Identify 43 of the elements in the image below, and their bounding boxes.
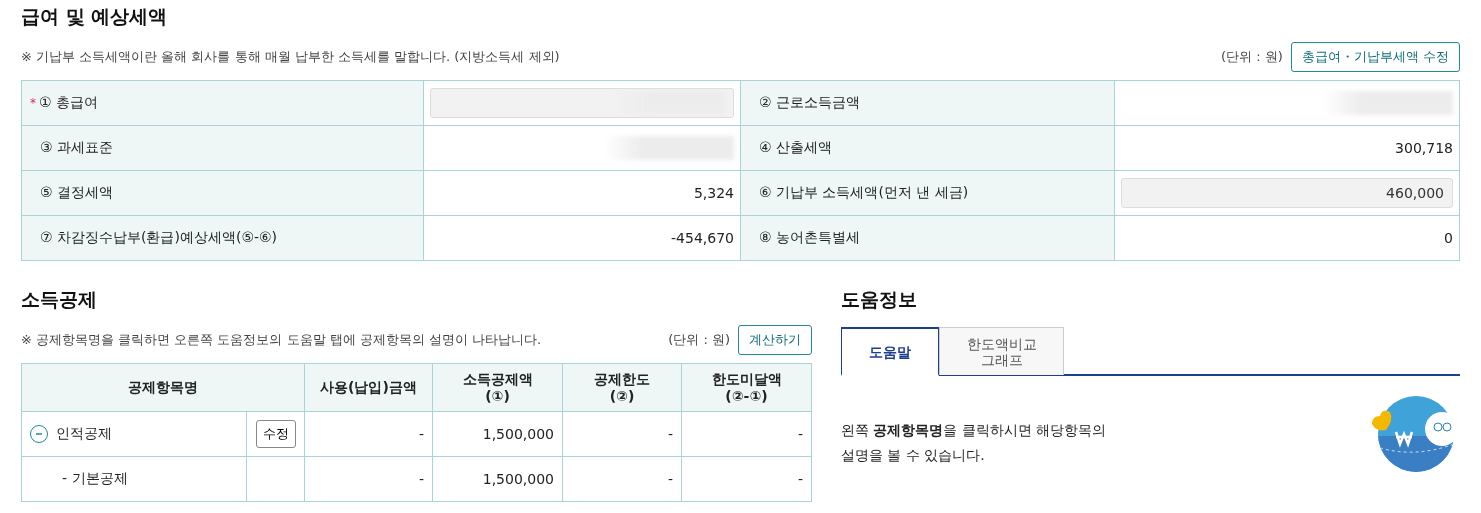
amount-value: 5,324 xyxy=(693,185,734,201)
amount-value: 300,718 xyxy=(1395,140,1453,156)
table-cell: - xyxy=(562,411,682,457)
row-label-cell: ⑤ 결정세액 xyxy=(22,171,424,216)
column-header: 소득공제액 (①) xyxy=(432,363,563,412)
table-cell: - xyxy=(304,411,433,457)
table-cell: 1,500,000 xyxy=(432,456,563,502)
table-cell: 1,500,000 xyxy=(432,411,563,457)
help-text: 왼쪽 공제항목명을 클릭하시면 해당항목의 설명을 볼 수 있습니다. xyxy=(841,421,1108,465)
table-cell: - xyxy=(562,456,682,502)
row-label-cell: ④ 산출세액 xyxy=(741,126,1115,171)
column-header: 한도미달액 (②-①) xyxy=(681,363,812,412)
edit-button[interactable]: 수정 xyxy=(255,420,296,448)
row-label-cell: ③ 과세표준 xyxy=(22,126,424,171)
tab[interactable]: 한도액비교 그래프 xyxy=(939,327,1064,375)
calculate-button[interactable]: 계산하기 xyxy=(738,325,812,355)
table-cell: - xyxy=(304,456,433,502)
amount-value: 0 xyxy=(1444,230,1453,246)
row-label-cell: ⑥ 기납부 소득세액(먼저 낸 세금) xyxy=(741,171,1115,216)
section-title: 도움정보 xyxy=(841,287,918,312)
row-label-cell: * ① 총급여 xyxy=(22,81,424,126)
section-title: 소득공제 xyxy=(21,287,98,312)
required-mark: * xyxy=(30,96,36,110)
unit-label: (단위 : 원) xyxy=(1221,48,1283,66)
unit-label: (단위 : 원) xyxy=(668,331,730,349)
amount-value: -454,670 xyxy=(671,230,734,246)
item-name-cell[interactable]: - 기본공제 xyxy=(21,456,247,502)
tab[interactable]: 도움말 xyxy=(841,327,939,376)
column-header: 공제한도 (②) xyxy=(562,363,682,412)
table-cell: - xyxy=(681,411,812,457)
input-field[interactable]: 460,000 xyxy=(1121,178,1453,208)
section-title: 급여 및 예상세액 xyxy=(21,4,169,29)
edit-salary-button[interactable]: 총급여・기납부세액 수정 xyxy=(1290,42,1460,72)
table-cell: - xyxy=(681,456,812,502)
info-note: ※ 기납부 소득세액이란 올해 회사를 통해 매월 납부한 소득세를 말합니다. (지방소득세 제외) xyxy=(21,48,560,66)
redacted-input-field[interactable] xyxy=(430,88,734,118)
info-note: ※ 공제항목명을 클릭하면 오른쪽 도움정보의 도움말 탭에 공제항목의 설명이 나타납니다. xyxy=(21,331,542,349)
column-header: 사용(납입)금액 xyxy=(304,363,433,412)
row-label-cell: ⑧ 농어촌특별세 xyxy=(741,216,1115,261)
row-label-cell: ⑦ 차감징수납부(환급)예상세액(⑤-⑥) xyxy=(22,216,424,261)
item-name-cell[interactable]: 인적공제 xyxy=(21,411,247,457)
row-label-cell: ② 근로소득금액 xyxy=(741,81,1115,126)
column-header: 공제항목명 xyxy=(21,363,305,412)
